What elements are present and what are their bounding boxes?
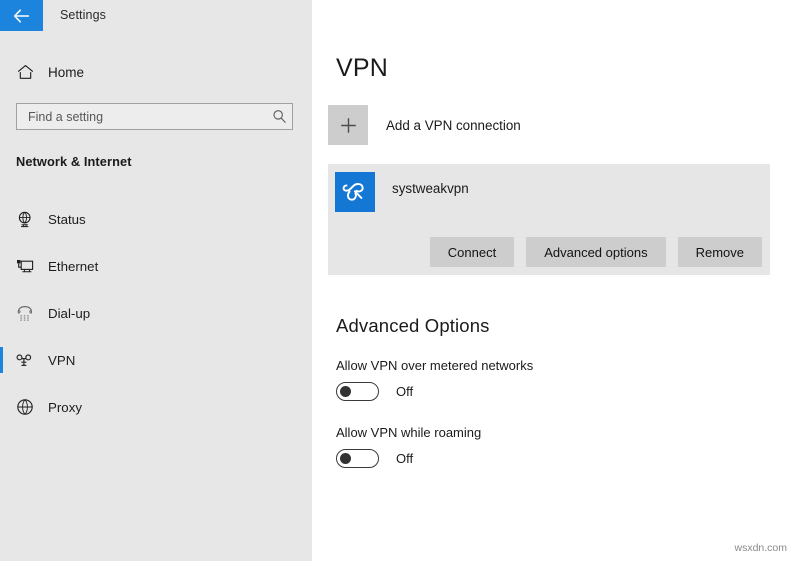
sidebar-item-vpn-label: VPN (48, 353, 75, 368)
selection-indicator (0, 347, 3, 373)
vpn-action-buttons: Connect Advanced options Remove (430, 237, 762, 267)
allow-vpn-roaming-state: Off (396, 451, 413, 466)
allow-vpn-metered-toggle[interactable] (336, 382, 379, 401)
option-allow-vpn-roaming-label: Allow VPN while roaming (336, 425, 481, 440)
connect-button[interactable]: Connect (430, 237, 514, 267)
globe-monitor-icon (13, 211, 37, 228)
sidebar-item-dialup[interactable]: Dial-up (0, 294, 312, 332)
telephone-icon (13, 305, 37, 322)
vpn-logo-icon (335, 172, 375, 212)
title-bar: Settings (0, 0, 312, 31)
option-allow-vpn-metered: Allow VPN over metered networks Off (336, 358, 533, 401)
sidebar-item-home[interactable]: Home (0, 57, 312, 87)
home-icon (14, 64, 36, 80)
option-allow-vpn-metered-label: Allow VPN over metered networks (336, 358, 533, 373)
main-content: VPN Add a VPN connection (312, 0, 800, 561)
search-box[interactable] (16, 103, 293, 130)
advanced-options-heading: Advanced Options (336, 315, 490, 337)
add-vpn-connection-label: Add a VPN connection (386, 118, 521, 133)
sidebar-group-label: Network & Internet (16, 154, 132, 169)
sidebar-item-status-label: Status (48, 212, 86, 227)
plus-icon (328, 105, 368, 145)
search-icon[interactable] (266, 109, 292, 124)
watermark: wsxdn.com (734, 542, 787, 554)
toggle-row: Off (336, 382, 533, 401)
app-title: Settings (60, 8, 106, 22)
vpn-connection-name: systweakvpn (392, 181, 469, 196)
settings-window: Settings Home Network & Internet (0, 0, 800, 561)
sidebar: Settings Home Network & Internet (0, 0, 312, 561)
option-allow-vpn-roaming: Allow VPN while roaming Off (336, 425, 481, 468)
search-input[interactable] (17, 110, 266, 124)
advanced-options-button[interactable]: Advanced options (526, 237, 665, 267)
vpn-connection-card[interactable]: systweakvpn Connect Advanced options Rem… (328, 164, 770, 275)
ethernet-monitor-icon (13, 258, 37, 275)
sidebar-item-status[interactable]: Status (0, 200, 312, 238)
allow-vpn-metered-state: Off (396, 384, 413, 399)
sidebar-item-vpn[interactable]: VPN (0, 341, 312, 379)
sidebar-item-proxy-label: Proxy (48, 400, 82, 415)
sidebar-item-proxy[interactable]: Proxy (0, 388, 312, 426)
back-button[interactable] (0, 0, 43, 31)
vpn-connection-entry: systweakvpn (335, 172, 469, 212)
sidebar-item-ethernet-label: Ethernet (48, 259, 98, 274)
vpn-key-icon (13, 353, 37, 367)
allow-vpn-roaming-toggle[interactable] (336, 449, 379, 468)
page-title: VPN (336, 54, 388, 83)
sidebar-item-home-label: Home (48, 65, 84, 80)
sidebar-nav: Status Ethernet (0, 200, 312, 435)
sidebar-item-ethernet[interactable]: Ethernet (0, 247, 312, 285)
back-arrow-icon (13, 9, 30, 23)
sidebar-item-dialup-label: Dial-up (48, 306, 90, 321)
toggle-row: Off (336, 449, 481, 468)
toggle-knob (340, 453, 351, 464)
toggle-knob (340, 386, 351, 397)
remove-button[interactable]: Remove (678, 237, 762, 267)
globe-icon (13, 398, 37, 416)
add-vpn-connection-button[interactable]: Add a VPN connection (328, 102, 628, 148)
